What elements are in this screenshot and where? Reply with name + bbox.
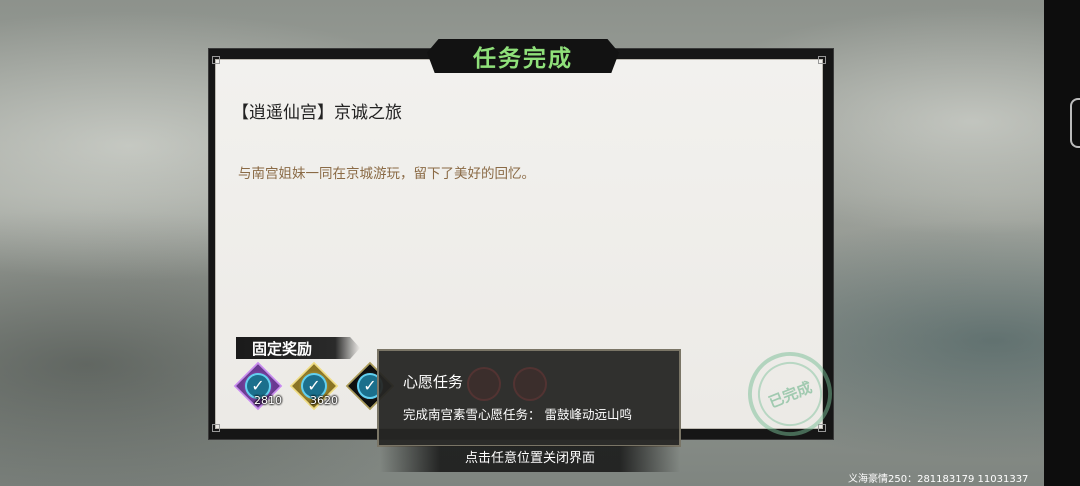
stamp-text: 已完成 xyxy=(748,352,832,436)
side-handle[interactable] xyxy=(1070,98,1080,148)
rewards-label: 固定奖励 xyxy=(252,340,313,358)
reward-count: 2810 xyxy=(254,394,282,407)
reward-item[interactable]: ✓ 2810 xyxy=(233,361,283,411)
corner-ornament xyxy=(818,424,826,432)
reward-count: 3620 xyxy=(310,394,338,407)
screen-edge-bar xyxy=(1044,0,1080,486)
corner-ornament xyxy=(212,424,220,432)
dialog-title: 任务完成 xyxy=(473,46,573,72)
close-hint[interactable]: 点击任意位置关闭界面 xyxy=(380,446,680,472)
corner-ornament xyxy=(212,56,220,64)
corner-ornament xyxy=(818,56,826,64)
reward-item[interactable]: ✓ 3620 xyxy=(289,361,339,411)
rewards-header: 固定奖励 xyxy=(236,337,360,359)
tooltip-body: 完成南宫素雪心愿任务： 雷鼓峰动远山鸣 xyxy=(403,407,632,422)
tooltip-title: 心愿任务 xyxy=(403,373,464,391)
version-info: 义海豪情250：281183179 11031337 xyxy=(848,474,1029,485)
quest-name: 【逍遥仙宫】京诚之旅 xyxy=(232,103,402,123)
title-banner: 任务完成 xyxy=(427,39,619,73)
quest-description: 与南宫姐妹一同在京城游玩，留下了美好的回忆。 xyxy=(238,166,535,182)
faded-reward-icon xyxy=(513,367,547,401)
completed-stamp: 已完成 xyxy=(735,339,845,449)
wish-task-tooltip: 心愿任务 完成南宫素雪心愿任务： 雷鼓峰动远山鸣 xyxy=(377,349,681,447)
faded-reward-icon xyxy=(467,367,501,401)
